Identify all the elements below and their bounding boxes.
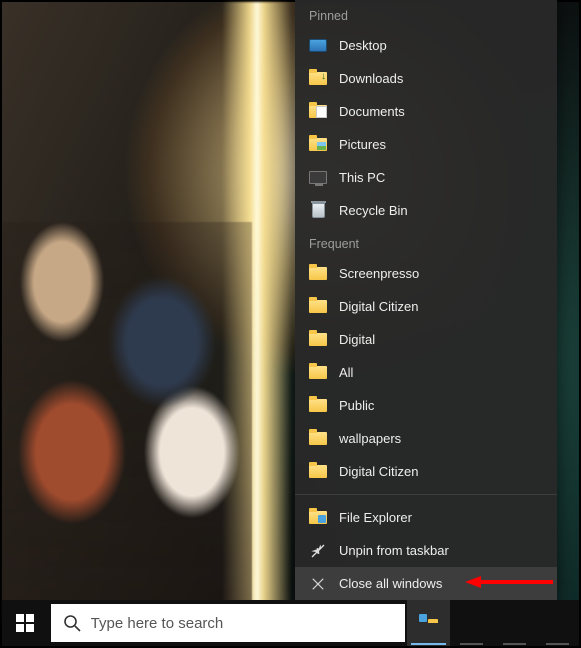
jumplist-item-desktop[interactable]: Desktop [295,29,557,62]
taskbar [2,600,579,646]
this-pc-icon [309,169,327,187]
search-icon [63,614,81,632]
file-explorer-taskbar-button[interactable] [407,600,450,646]
slack-taskbar-button[interactable] [493,600,536,646]
firefox-taskbar-button[interactable] [450,600,493,646]
jumplist-item-label: Desktop [339,38,387,53]
file-explorer-icon [309,509,327,527]
chrome-taskbar-button[interactable] [536,600,579,646]
folder-icon [309,265,327,283]
folder-icon [309,430,327,448]
jumplist-unpin-from-taskbar[interactable]: Unpin from taskbar [295,534,557,567]
unpin-icon [309,542,327,560]
pictures-icon [309,136,327,154]
file-explorer-jumplist: Pinned Desktop Downloads Documents Pictu… [295,0,557,600]
jumplist-item-label: Digital Citizen [339,464,418,479]
folder-icon [309,463,327,481]
jumplist-item-documents[interactable]: Documents [295,95,557,128]
jumplist-item-frequent[interactable]: Digital Citizen [295,455,557,488]
jumplist-group-header-frequent: Frequent [295,227,557,257]
jumplist-item-label: Documents [339,104,405,119]
jumplist-item-frequent[interactable]: Digital [295,323,557,356]
jumplist-item-label: wallpapers [339,431,401,446]
recycle-bin-icon [309,202,327,220]
jumplist-item-label: Screenpresso [339,266,419,281]
search-input[interactable] [91,615,393,632]
folder-icon [309,298,327,316]
jumplist-item-label: Pictures [339,137,386,152]
jumplist-item-label: Downloads [339,71,403,86]
jumplist-separator [295,494,557,495]
folder-icon [309,364,327,382]
jumplist-close-all-windows[interactable]: Close all windows [295,567,557,600]
jumplist-item-recycle-bin[interactable]: Recycle Bin [295,194,557,227]
jumplist-item-label: Public [339,398,374,413]
jumplist-open-file-explorer[interactable]: File Explorer [295,501,557,534]
jumplist-item-label: Digital Citizen [339,299,418,314]
jumplist-item-label: Recycle Bin [339,203,408,218]
start-button[interactable] [2,600,49,646]
jumplist-item-label: Close all windows [339,576,442,591]
jumplist-item-frequent[interactable]: Screenpresso [295,257,557,290]
folder-icon [309,397,327,415]
jumplist-item-frequent[interactable]: wallpapers [295,422,557,455]
jumplist-item-label: All [339,365,353,380]
jumplist-item-label: File Explorer [339,510,412,525]
jumplist-item-label: Unpin from taskbar [339,543,449,558]
jumplist-item-frequent[interactable]: Public [295,389,557,422]
jumplist-group-header-pinned: Pinned [295,0,557,29]
folder-icon [309,331,327,349]
desktop-icon [309,37,327,55]
jumplist-item-frequent[interactable]: All [295,356,557,389]
jumplist-item-label: This PC [339,170,385,185]
jumplist-item-label: Digital [339,332,375,347]
documents-icon [309,103,327,121]
jumplist-item-this-pc[interactable]: This PC [295,161,557,194]
jumplist-item-downloads[interactable]: Downloads [295,62,557,95]
jumplist-item-frequent[interactable]: Digital Citizen [295,290,557,323]
taskbar-search-box[interactable] [51,604,405,642]
jumplist-item-pictures[interactable]: Pictures [295,128,557,161]
windows-logo-icon [16,614,34,632]
downloads-icon [309,70,327,88]
close-icon [309,575,327,593]
